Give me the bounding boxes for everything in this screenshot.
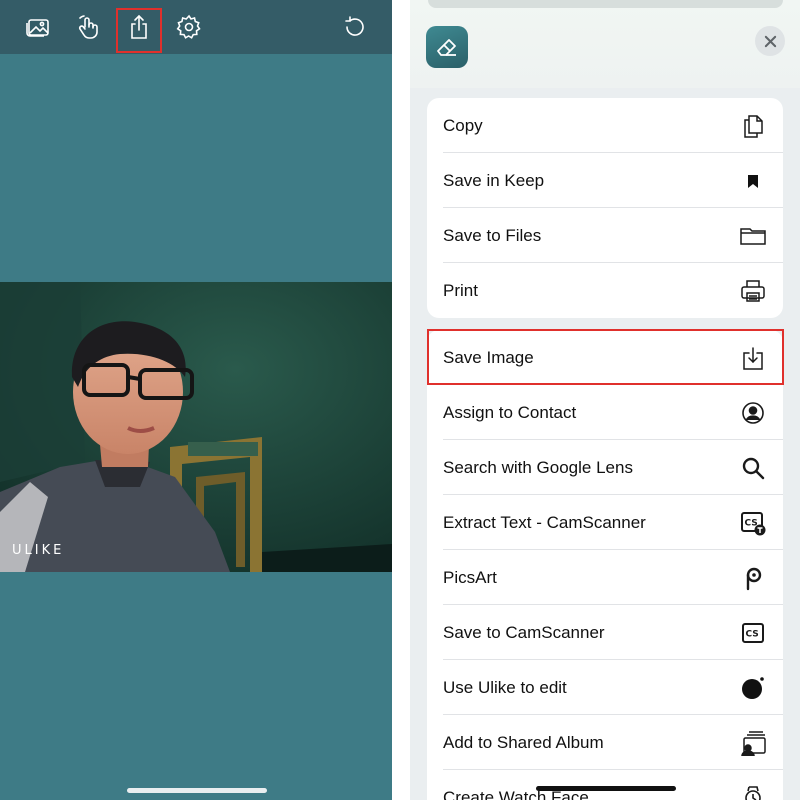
action-label: Print — [443, 280, 478, 300]
share-actions-group-primary: Copy Save in Keep Save to Files Print — [427, 98, 783, 318]
share-sheet: Copy Save in Keep Save to Files Print Sa… — [410, 0, 800, 800]
contact-icon — [739, 399, 767, 427]
folder-icon — [739, 222, 767, 250]
editor-panel: ULIKE — [0, 0, 392, 800]
photo-watermark: ULIKE — [12, 543, 65, 558]
close-icon[interactable] — [755, 26, 785, 56]
shared-album-icon — [739, 729, 767, 757]
action-use-ulike[interactable]: Use Ulike to edit — [427, 660, 783, 715]
action-label: Copy — [443, 115, 483, 135]
editor-toolbar — [0, 0, 392, 54]
action-save-to-files[interactable]: Save to Files — [427, 208, 783, 263]
share-actions-group-apps: Save Image Assign to Contact Search with… — [427, 330, 783, 800]
gear-icon[interactable] — [174, 12, 204, 42]
home-indicator[interactable] — [536, 786, 676, 791]
share-sheet-header — [410, 0, 800, 88]
action-create-watch-face[interactable]: Create Watch Face — [427, 770, 783, 800]
rotate-ccw-icon[interactable] — [340, 12, 370, 42]
eraser-icon — [426, 26, 468, 68]
action-add-to-shared-album[interactable]: Add to Shared Album — [427, 715, 783, 770]
action-assign-to-contact[interactable]: Assign to Contact — [427, 385, 783, 440]
search-icon — [739, 454, 767, 482]
action-label: Save to CamScanner — [443, 622, 605, 642]
action-label: Save in Keep — [443, 170, 545, 190]
sheet-top-edge — [428, 0, 783, 8]
photo-canvas[interactable] — [0, 282, 392, 572]
action-search-google-lens[interactable]: Search with Google Lens — [427, 440, 783, 495]
action-label: Search with Google Lens — [443, 457, 633, 477]
save-image-highlight-box — [427, 329, 784, 385]
hand-tap-icon[interactable] — [74, 12, 104, 42]
share-highlight-box — [116, 8, 162, 53]
action-label: Save to Files — [443, 225, 542, 245]
watch-icon — [739, 784, 767, 800]
camscanner-icon: CS — [739, 619, 767, 647]
svg-text:CS: CS — [746, 629, 759, 639]
action-extract-text-camscanner[interactable]: Extract Text - CamScanner CS — [427, 495, 783, 550]
ulike-icon — [739, 674, 767, 702]
action-label: Extract Text - CamScanner — [443, 512, 646, 532]
printer-icon — [739, 277, 767, 305]
action-picsart[interactable]: PicsArt — [427, 550, 783, 605]
copy-icon — [739, 112, 767, 140]
action-label: Use Ulike to edit — [443, 677, 567, 697]
action-save-to-camscanner[interactable]: Save to CamScanner CS — [427, 605, 783, 660]
action-print[interactable]: Print — [427, 263, 783, 318]
bookmark-icon — [739, 167, 767, 195]
action-label: Add to Shared Album — [443, 732, 604, 752]
action-label: PicsArt — [443, 567, 497, 587]
action-save-in-keep[interactable]: Save in Keep — [427, 153, 783, 208]
action-label: Assign to Contact — [443, 402, 577, 422]
action-copy[interactable]: Copy — [427, 98, 783, 153]
gallery-icon[interactable] — [23, 12, 53, 42]
picsart-icon — [739, 564, 767, 592]
camscanner-text-icon: CS — [739, 509, 767, 537]
home-indicator[interactable] — [127, 788, 267, 793]
